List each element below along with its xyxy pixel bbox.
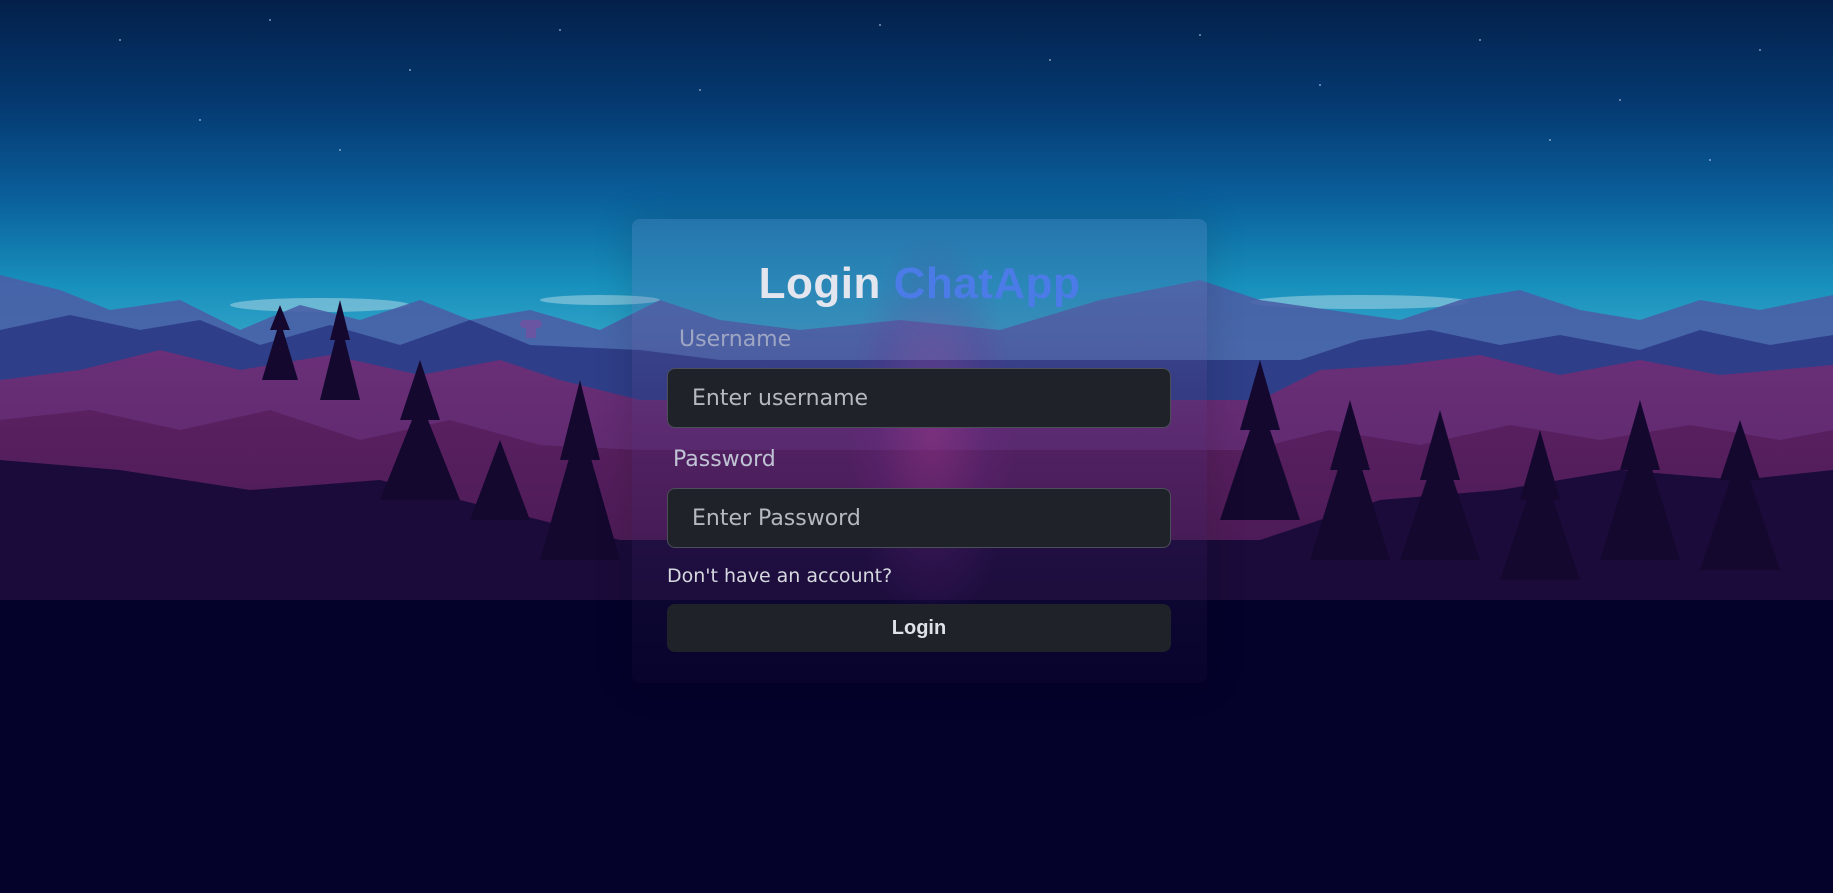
- username-input[interactable]: [667, 368, 1171, 428]
- login-card: Login ChatApp Username Password Don't ha…: [632, 219, 1207, 683]
- signup-link[interactable]: Don't have an account?: [667, 565, 892, 587]
- password-label: Password: [673, 447, 776, 472]
- brand-name: ChatApp: [893, 259, 1081, 308]
- username-label: Username: [679, 327, 792, 352]
- login-button[interactable]: Login: [667, 604, 1171, 652]
- password-input[interactable]: [667, 488, 1171, 548]
- page-title: Login ChatApp: [632, 259, 1207, 309]
- title-prefix: Login: [758, 259, 881, 308]
